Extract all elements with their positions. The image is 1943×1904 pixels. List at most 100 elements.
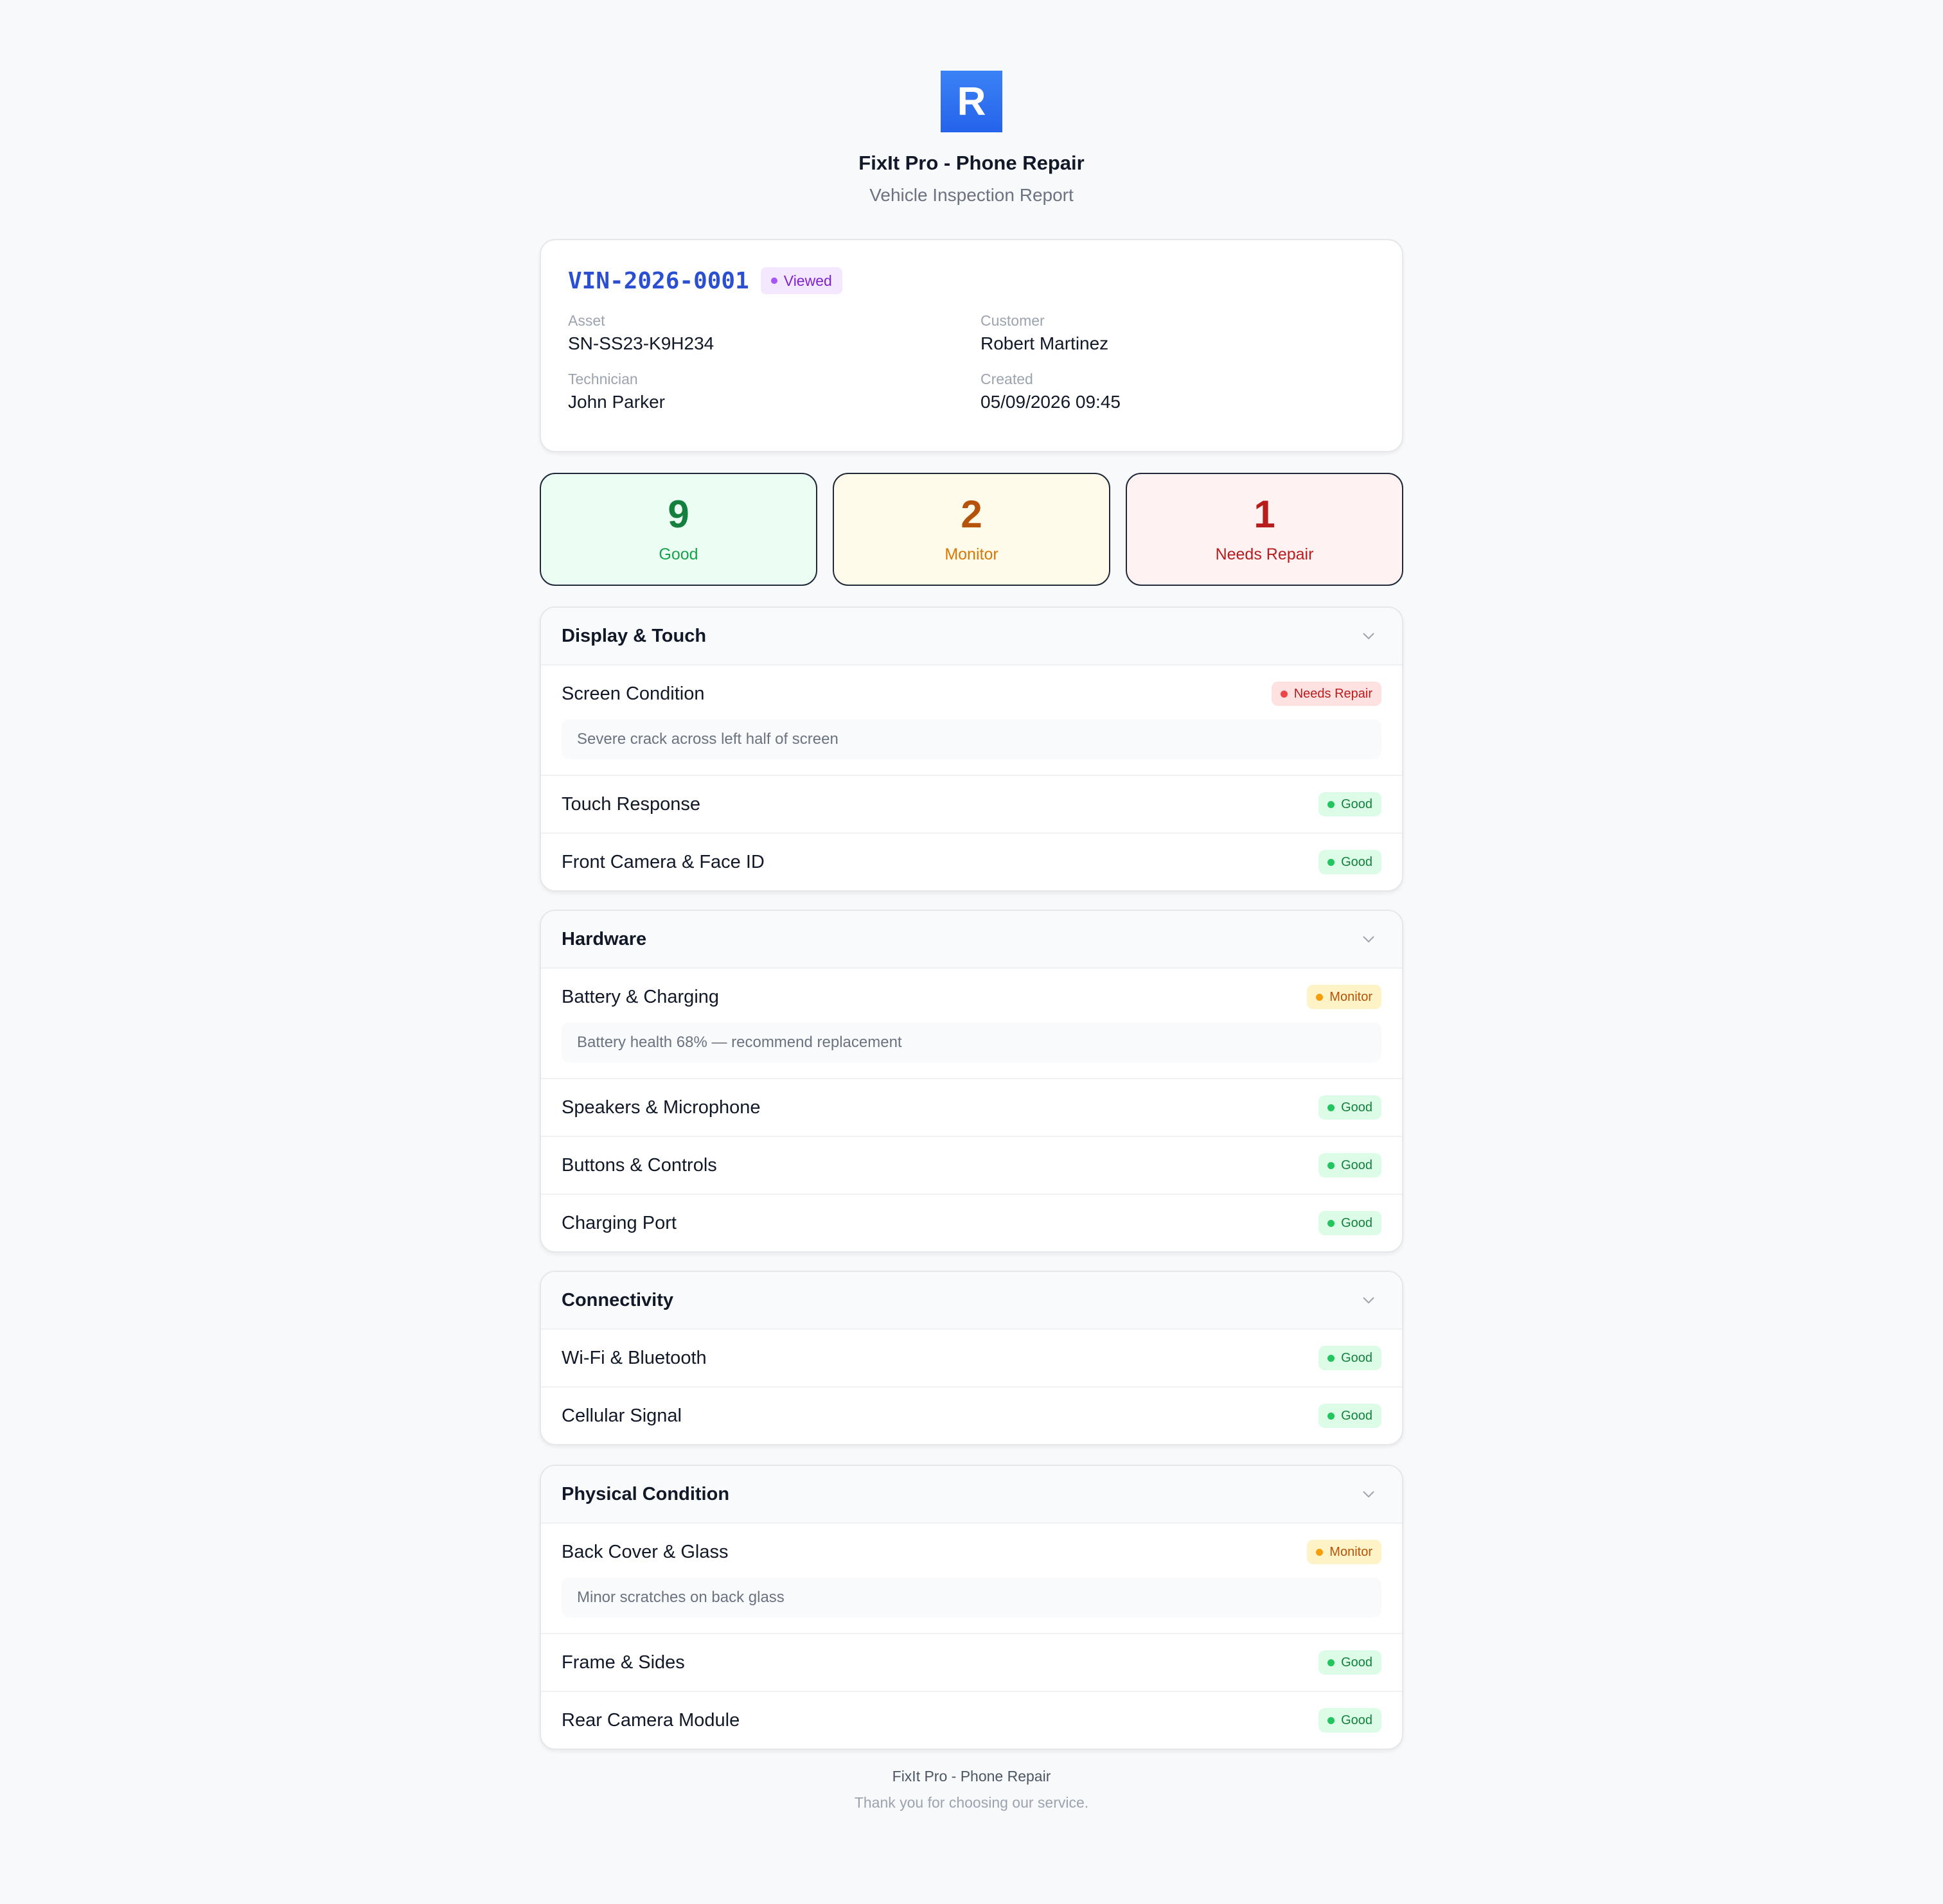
asset-label: Asset (568, 312, 605, 329)
item-name: Buttons & Controls (562, 1154, 717, 1176)
section-connectivity: Connectivity Wi-Fi & Bluetooth Good Cell… (540, 1271, 1403, 1445)
vin-number: VIN-2026-0001 (568, 267, 749, 294)
status-badge: Viewed (760, 267, 842, 294)
good-badge: Good (1318, 1708, 1381, 1732)
good-badge: Good (1318, 792, 1381, 816)
status-dot-icon (1327, 1161, 1335, 1169)
customer-value: Robert Martinez (980, 333, 1109, 353)
inspection-item: Frame & Sides Good (541, 1633, 1402, 1691)
item-name: Charging Port (562, 1212, 677, 1233)
report-info-card: VIN-2026-0001 Viewed Asset SN-SS23-K9H23… (540, 239, 1403, 452)
summary-good: 9 Good (540, 473, 817, 586)
section-hardware: Hardware Battery & Charging Monitor Batt… (540, 910, 1403, 1253)
report-footer: FixIt Pro - Phone Repair Thank you for c… (0, 1768, 1943, 1811)
created-field: Created 05/09/2026 09:45 (980, 371, 1393, 412)
badge-label: Good (1341, 1408, 1372, 1423)
inspection-item: Rear Camera Module Good (541, 1691, 1402, 1749)
section-header[interactable]: Physical Condition (541, 1466, 1402, 1522)
status-dot-icon (1327, 1659, 1335, 1666)
chevron-down-icon[interactable] (1361, 1486, 1376, 1502)
section-title: Hardware (562, 928, 647, 949)
section-physical-condition: Physical Condition Back Cover & Glass Mo… (540, 1465, 1403, 1750)
chevron-down-icon[interactable] (1361, 1292, 1376, 1308)
good-count: 9 (668, 492, 689, 536)
inspection-report-page: R FixIt Pro - Phone Repair Vehicle Inspe… (0, 0, 1943, 1904)
badge-label: Monitor (1329, 1544, 1372, 1559)
status-dot-icon (770, 278, 777, 284)
customer-label: Customer (980, 312, 1045, 329)
item-name: Battery & Charging (562, 986, 720, 1007)
section-title: Physical Condition (562, 1483, 730, 1504)
inspection-item: Cellular Signal Good (541, 1386, 1402, 1444)
technician-value: John Parker (568, 392, 665, 412)
status-label: Viewed (783, 272, 832, 289)
inspection-item: Front Camera & Face ID Good (541, 833, 1402, 890)
footer-business-name: FixIt Pro - Phone Repair (892, 1768, 1051, 1785)
inspection-item: Wi-Fi & Bluetooth Good (541, 1328, 1402, 1386)
item-name: Wi-Fi & Bluetooth (562, 1347, 707, 1368)
item-note: Battery health 68% — recommend replaceme… (562, 1023, 1381, 1062)
section-header[interactable]: Connectivity (541, 1272, 1402, 1328)
chevron-down-icon[interactable] (1361, 628, 1376, 644)
good-badge: Good (1318, 1095, 1381, 1120)
item-name: Front Camera & Face ID (562, 851, 765, 872)
badge-label: Good (1341, 1215, 1372, 1230)
good-badge: Good (1318, 1153, 1381, 1177)
good-badge: Good (1318, 850, 1381, 874)
business-name: FixIt Pro - Phone Repair (858, 152, 1085, 174)
status-dot-icon (1327, 1104, 1335, 1111)
inspection-item: Speakers & Microphone Good (541, 1078, 1402, 1136)
badge-label: Good (1341, 797, 1372, 811)
status-dot-icon (1316, 1548, 1324, 1556)
monitor-badge: Monitor (1307, 985, 1381, 1009)
badge-label: Good (1341, 1713, 1372, 1727)
needs-repair-badge: Needs Repair (1271, 682, 1381, 706)
status-dot-icon (1280, 690, 1288, 698)
created-label: Created (980, 371, 1033, 387)
customer-field: Customer Robert Martinez (980, 312, 1393, 354)
section-header[interactable]: Hardware (541, 911, 1402, 967)
badge-label: Good (1341, 1158, 1372, 1172)
status-dot-icon (1327, 1412, 1335, 1420)
inspection-item: Buttons & Controls Good (541, 1136, 1402, 1194)
status-dot-icon (1327, 858, 1335, 866)
badge-label: Good (1341, 1350, 1372, 1365)
section-title: Display & Touch (562, 625, 707, 646)
summary-row: 9 Good 2 Monitor 1 Needs Repair (540, 473, 1403, 586)
item-note: Minor scratches on back glass (562, 1578, 1381, 1618)
status-dot-icon (1316, 993, 1324, 1001)
footer-thank-you: Thank you for choosing our service. (854, 1794, 1089, 1811)
status-dot-icon (1327, 1716, 1335, 1724)
report-title: Vehicle Inspection Report (869, 185, 1074, 205)
asset-field: Asset SN-SS23-K9H234 (568, 312, 980, 354)
chevron-down-icon[interactable] (1361, 931, 1376, 947)
item-name: Touch Response (562, 793, 701, 815)
badge-label: Needs Repair (1293, 686, 1372, 701)
section-header[interactable]: Display & Touch (541, 608, 1402, 664)
item-note: Severe crack across left half of screen (562, 719, 1381, 759)
badge-label: Good (1341, 1655, 1372, 1670)
status-dot-icon (1327, 1219, 1335, 1227)
needs-repair-label: Needs Repair (1215, 545, 1314, 563)
badge-label: Good (1341, 854, 1372, 869)
good-badge: Good (1318, 1211, 1381, 1235)
monitor-count: 2 (961, 492, 982, 536)
good-badge: Good (1318, 1650, 1381, 1675)
item-name: Screen Condition (562, 683, 705, 704)
section-display-touch: Display & Touch Screen Condition Needs R… (540, 606, 1403, 892)
inspection-item: Screen Condition Needs Repair Severe cra… (541, 664, 1402, 759)
badge-label: Monitor (1329, 989, 1372, 1004)
summary-needs-repair: 1 Needs Repair (1126, 473, 1403, 586)
inspection-item: Touch Response Good (541, 775, 1402, 833)
monitor-badge: Monitor (1307, 1540, 1381, 1564)
item-name: Rear Camera Module (562, 1709, 740, 1731)
summary-monitor: 2 Monitor (833, 473, 1110, 586)
item-name: Speakers & Microphone (562, 1097, 761, 1118)
good-badge: Good (1318, 1404, 1381, 1428)
technician-label: Technician (568, 371, 638, 387)
needs-repair-count: 1 (1254, 492, 1275, 536)
section-title: Connectivity (562, 1289, 674, 1310)
business-logo: R (941, 71, 1002, 132)
status-dot-icon (1327, 800, 1335, 808)
item-name: Cellular Signal (562, 1405, 682, 1426)
